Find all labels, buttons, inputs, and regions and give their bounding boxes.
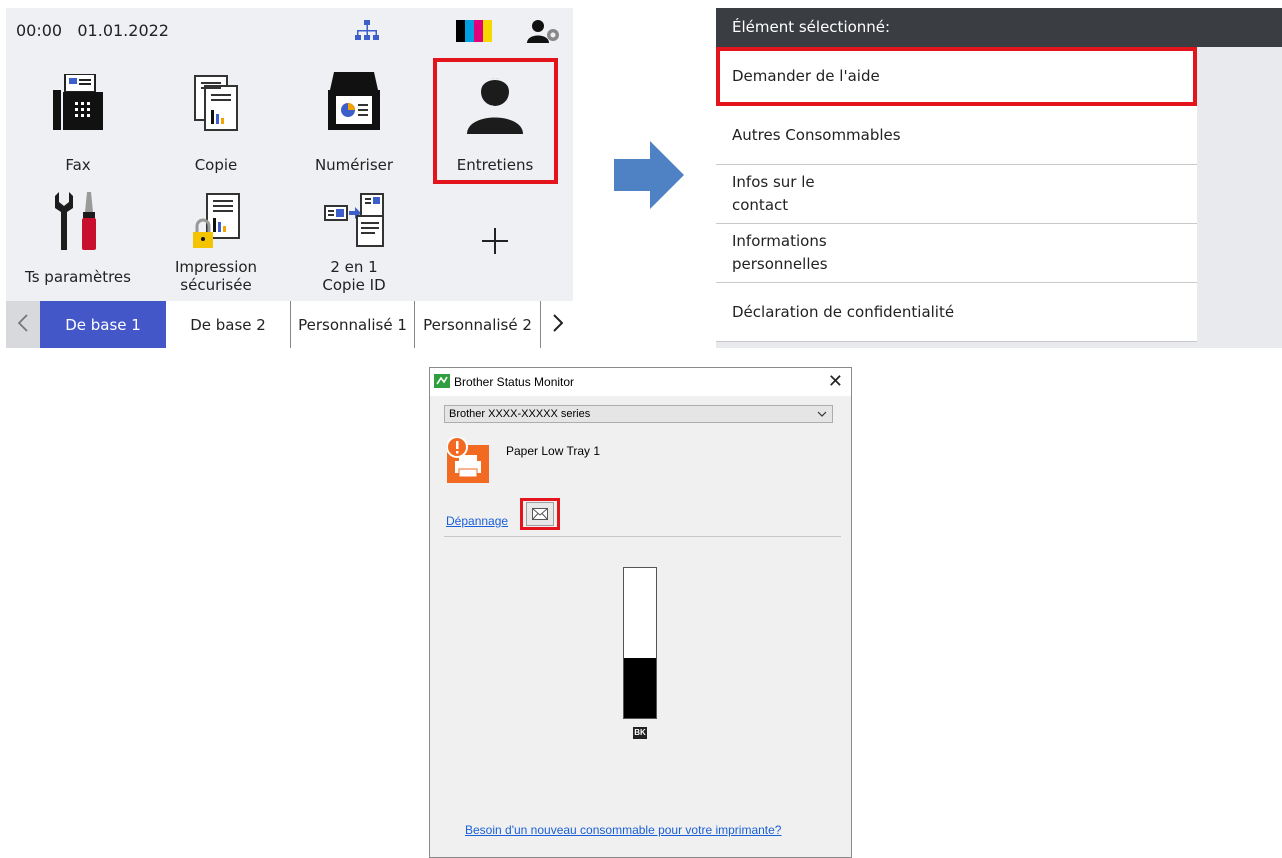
all-settings-label: Ts paramètres: [25, 268, 131, 286]
maintenance-highlight-box: [433, 58, 558, 184]
add-shortcut-tile[interactable]: [435, 188, 555, 298]
window-title: Brother Status Monitor: [454, 375, 575, 389]
menu-item-label: Informations personnelles: [732, 232, 828, 273]
id-copy-tile[interactable]: 2 en 1 Copie ID: [294, 188, 414, 298]
chevron-left-icon: [17, 313, 28, 336]
toner-color-label: BK: [633, 727, 647, 739]
network-icon[interactable]: [354, 20, 380, 46]
device-select[interactable]: Brother XXXX-XXXXX series: [444, 405, 833, 423]
status-bar: 00:00 01.01.2022: [6, 8, 573, 54]
user-settings-icon[interactable]: [526, 19, 562, 47]
menu-item-ask-help[interactable]: Demander de l'aide: [716, 47, 1197, 106]
email-button[interactable]: [520, 498, 560, 530]
tools-icon: [18, 192, 138, 250]
tab-personnalise-1[interactable]: Personnalisé 1: [290, 301, 414, 348]
copy-icon: [156, 74, 276, 132]
menu-list: Demander de l'aide Autres Consommables I…: [716, 47, 1197, 342]
copy-label: Copie: [194, 156, 238, 174]
menu-header: Élément sélectionné:: [716, 8, 1282, 47]
toner-gauge: [623, 567, 657, 719]
ink-level-icon[interactable]: [456, 20, 492, 46]
toner-level-fill: [624, 658, 656, 718]
chevron-right-icon: [552, 313, 563, 336]
clock: 00:00 01.01.2022: [16, 21, 169, 40]
arrow-right-icon: [614, 141, 684, 213]
scan-label: Numériser: [314, 156, 394, 174]
menu-item-contact-info[interactable]: Infos sur le contact: [716, 165, 1197, 224]
close-icon[interactable]: ✕: [828, 371, 843, 392]
chevron-down-icon: [817, 406, 827, 427]
scan-tile[interactable]: Numériser: [294, 68, 414, 188]
order-supplies-link[interactable]: Besoin d'un nouveau consommable pour vot…: [465, 823, 781, 837]
status-monitor-window: Brother Status Monitor ✕ Brother XXXX-XX…: [429, 367, 852, 858]
fax-icon: [18, 74, 138, 130]
id-copy-label: 2 en 1 Copie ID: [322, 258, 386, 294]
printer-home-screen: 00:00 01.01.2022 Fax Copie Numériser Ent…: [6, 8, 573, 348]
title-bar: Brother Status Monitor ✕: [430, 368, 851, 396]
time-value: 00:00: [16, 21, 63, 40]
date-value: 01.01.2022: [77, 21, 169, 40]
menu-item-label: Demander de l'aide: [732, 66, 880, 85]
id-copy-icon: [294, 192, 414, 248]
tab-de-base-1[interactable]: De base 1: [40, 301, 166, 348]
divider: [444, 536, 841, 537]
menu-item-other-supplies[interactable]: Autres Consommables: [716, 106, 1197, 165]
menu-item-privacy-statement[interactable]: Déclaration de confidentialité: [716, 283, 1197, 342]
envelope-icon: [526, 502, 554, 526]
app-icon: [434, 374, 450, 391]
fax-label: Fax: [65, 156, 91, 174]
tab-next-button[interactable]: [540, 301, 574, 348]
menu-item-label: Autres Consommables: [732, 125, 901, 144]
scan-icon: [294, 72, 414, 130]
selected-item-menu: Élément sélectionné: Demander de l'aide …: [716, 8, 1282, 348]
tab-personnalise-2[interactable]: Personnalisé 2: [414, 301, 540, 348]
secure-print-label: Impression sécurisée: [174, 258, 258, 294]
tab-bar: De base 1 De base 2 Personnalisé 1 Perso…: [6, 301, 573, 348]
menu-item-personal-info[interactable]: Informations personnelles: [716, 224, 1197, 283]
plus-icon: [435, 228, 555, 254]
device-select-value: Brother XXXX-XXXXX series: [449, 408, 591, 420]
fax-tile[interactable]: Fax: [18, 68, 138, 188]
tab-de-base-2[interactable]: De base 2: [166, 301, 290, 348]
secure-print-icon: [156, 192, 276, 250]
secure-print-tile[interactable]: Impression sécurisée: [156, 188, 276, 298]
menu-item-label: Déclaration de confidentialité: [732, 302, 955, 321]
menu-item-label: Infos sur le contact: [732, 173, 815, 214]
troubleshooting-link[interactable]: Dépannage: [446, 514, 508, 528]
status-message: Paper Low Tray 1: [506, 444, 601, 458]
tab-prev-button[interactable]: [6, 301, 40, 348]
copy-tile[interactable]: Copie: [156, 68, 276, 188]
printer-warning-icon: [446, 436, 491, 488]
all-settings-tile[interactable]: Ts paramètres: [18, 188, 138, 298]
